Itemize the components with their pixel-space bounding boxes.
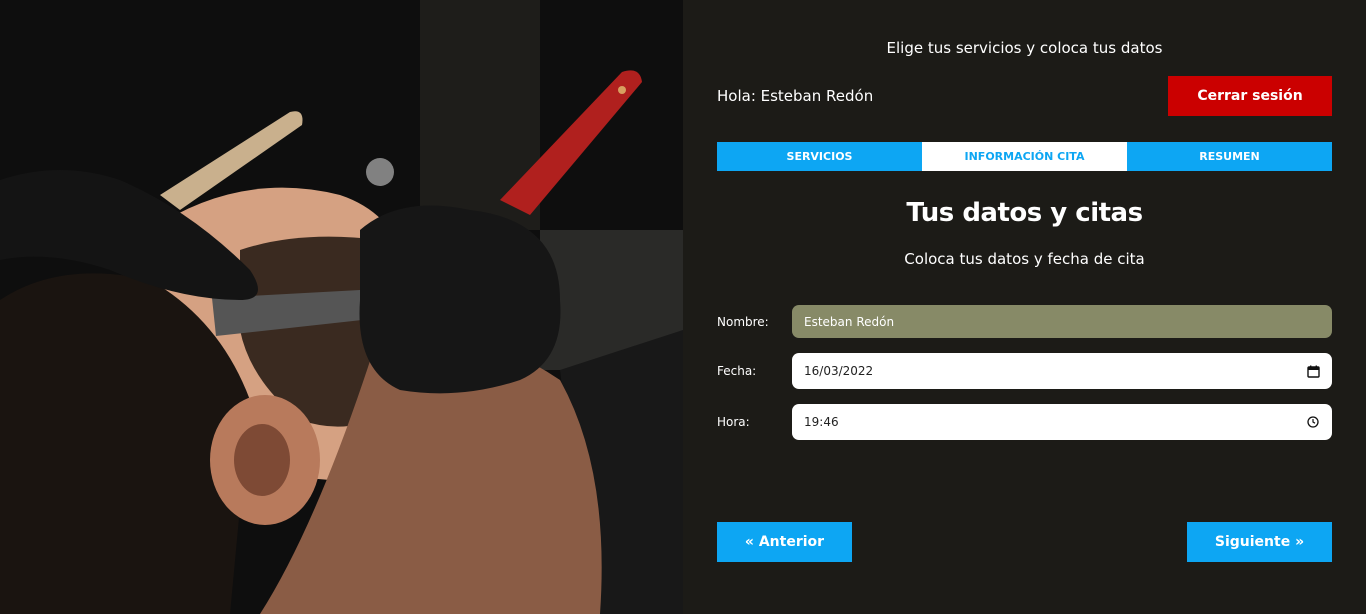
user-bar: Hola: Esteban Redón Cerrar sesión [717, 76, 1332, 116]
date-field[interactable]: 16/03/2022 [792, 353, 1332, 389]
appointment-panel: Elige tus servicios y coloca tus datos H… [683, 0, 1366, 614]
clock-icon[interactable] [1306, 415, 1320, 429]
app-page: Elige tus servicios y coloca tus datos H… [0, 0, 1366, 614]
name-value: Esteban Redón [804, 314, 895, 329]
section-subtitle: Coloca tus datos y fecha de cita [904, 250, 1145, 268]
calendar-icon[interactable] [1306, 364, 1320, 378]
time-label: Hora: [717, 415, 750, 429]
name-label: Nombre: [717, 314, 769, 329]
name-row: Nombre: Esteban Redón [717, 305, 1332, 338]
greeting: Hola: Esteban Redón [717, 87, 874, 105]
date-label: Fecha: [717, 364, 757, 378]
time-row: Hora: 19:46 [717, 404, 1332, 440]
name-field[interactable]: Esteban Redón [792, 305, 1332, 338]
time-value: 19:46 [804, 415, 839, 429]
barber-illustration [0, 0, 683, 614]
previous-button[interactable]: « Anterior [717, 522, 852, 562]
barber-photo [0, 0, 683, 614]
date-row: Fecha: 16/03/2022 [717, 353, 1332, 389]
section-title: Tus datos y citas [906, 198, 1143, 228]
logout-button[interactable]: Cerrar sesión [1168, 76, 1332, 116]
tab-resumen[interactable]: Resumen [1127, 142, 1332, 171]
date-value: 16/03/2022 [804, 364, 874, 378]
time-field[interactable]: 19:46 [792, 404, 1332, 440]
tab-servicios[interactable]: Servicios [717, 142, 922, 171]
next-button[interactable]: Siguiente » [1187, 522, 1332, 562]
tab-informacion-cita[interactable]: Información Cita [922, 142, 1127, 171]
tagline: Elige tus servicios y coloca tus datos [886, 39, 1163, 57]
step-tabs: Servicios Información Cita Resumen [717, 142, 1332, 171]
